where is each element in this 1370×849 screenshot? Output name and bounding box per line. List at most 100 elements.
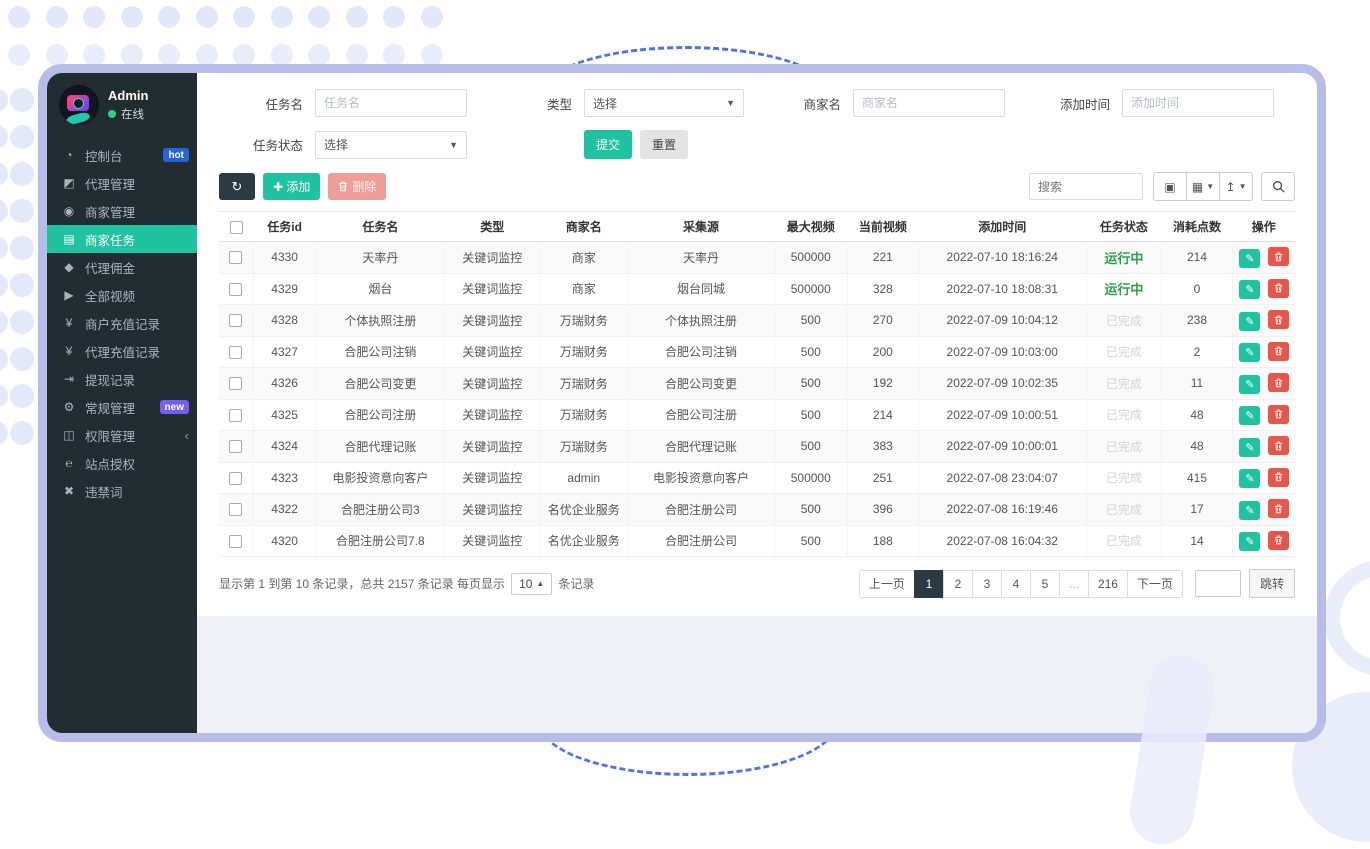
cell-points: 17 — [1162, 494, 1233, 526]
decor-dot — [271, 6, 293, 28]
table-search-input[interactable] — [1029, 173, 1143, 200]
merchant-name-input[interactable] — [853, 89, 1005, 117]
edit-button[interactable]: ✎ — [1239, 438, 1260, 457]
refresh-button[interactable]: ↻ — [219, 173, 255, 200]
row-checkbox[interactable] — [229, 377, 242, 390]
cell-status: 已完成 — [1086, 525, 1161, 557]
row-checkbox[interactable] — [229, 251, 242, 264]
edit-button[interactable]: ✎ — [1239, 312, 1260, 331]
page-button[interactable]: 1 — [914, 570, 944, 598]
edit-button[interactable]: ✎ — [1239, 343, 1260, 362]
task-status-select[interactable]: 选择 ▼ — [315, 131, 467, 159]
trash-icon — [1274, 472, 1283, 482]
sidebar-item-agent-management[interactable]: ◩ 代理管理 — [47, 169, 197, 197]
trash-icon — [1274, 252, 1283, 262]
row-checkbox[interactable] — [229, 472, 242, 485]
sidebar-item-merchant-management[interactable]: ◉ 商家管理 — [47, 197, 197, 225]
decor-dot — [271, 44, 293, 66]
page-button[interactable]: 216 — [1088, 570, 1128, 598]
edit-button[interactable]: ✎ — [1239, 406, 1260, 425]
row-delete-button[interactable] — [1268, 342, 1289, 361]
row-delete-button[interactable] — [1268, 310, 1289, 329]
row-checkbox[interactable] — [229, 346, 242, 359]
prev-page-button[interactable]: 上一页 — [859, 570, 915, 598]
cell-add-time: 2022-07-09 10:00:51 — [918, 399, 1086, 431]
table-search-button[interactable] — [1261, 172, 1295, 201]
row-delete-button[interactable] — [1268, 373, 1289, 392]
column-header: 最大视频 — [774, 212, 847, 242]
trash-icon — [1274, 441, 1283, 451]
next-page-button[interactable]: 下一页 — [1127, 570, 1183, 598]
sidebar-item-withdraw-records[interactable]: ⇥ 提现记录 — [47, 365, 197, 393]
card-view-button[interactable]: ▣ — [1153, 172, 1187, 201]
jump-page-input[interactable] — [1195, 570, 1241, 597]
sidebar-item-site-authorization[interactable]: ℮ 站点授权 — [47, 449, 197, 477]
sidebar-item-dashboard[interactable]: ◔ 控制台 hot — [47, 141, 197, 169]
type-select[interactable]: 选择 ▼ — [584, 89, 744, 117]
sign-out-icon: ⇥ — [61, 372, 77, 386]
decor-dot — [158, 6, 180, 28]
row-delete-button[interactable] — [1268, 531, 1289, 550]
export-button[interactable]: ↥▼ — [1219, 172, 1253, 201]
column-header: 消耗点数 — [1162, 212, 1233, 242]
submit-button[interactable]: 提交 — [584, 130, 632, 159]
row-checkbox[interactable] — [229, 440, 242, 453]
reset-button[interactable]: 重置 — [640, 130, 688, 159]
row-checkbox[interactable] — [229, 503, 242, 516]
edit-button[interactable]: ✎ — [1239, 249, 1260, 268]
cell-actions: ✎ — [1233, 305, 1295, 337]
cell-source: 合肥公司注销 — [628, 336, 774, 368]
row-checkbox[interactable] — [229, 535, 242, 548]
cell-merchant: 名优企业服务 — [540, 494, 628, 526]
page-button[interactable]: 2 — [943, 570, 973, 598]
sidebar-item-agent-commission[interactable]: ◆ 代理佣金 — [47, 253, 197, 281]
columns-button[interactable]: ▦▼ — [1186, 172, 1220, 201]
edit-button[interactable]: ✎ — [1239, 375, 1260, 394]
sidebar-item-merchant-recharge[interactable]: ¥ 商户充值记录 — [47, 309, 197, 337]
cell-task-name: 合肥注册公司3 — [316, 494, 445, 526]
edit-button[interactable]: ✎ — [1239, 532, 1260, 551]
row-delete-button[interactable] — [1268, 247, 1289, 266]
sidebar-item-label: 提现记录 — [85, 370, 135, 389]
filter-row-1: 任务名 类型 选择 ▼ 商家名 添加时间 — [219, 89, 1295, 117]
sidebar-item-merchant-tasks[interactable]: ▤ 商家任务 — [47, 225, 197, 253]
main-content: 任务名 类型 选择 ▼ 商家名 添加时间 — [197, 73, 1317, 733]
page-button[interactable]: 5 — [1030, 570, 1060, 598]
sidebar-item-permission-management[interactable]: ◫ 权限管理 ‹ — [47, 421, 197, 449]
online-dot-icon — [108, 110, 116, 118]
row-delete-button[interactable] — [1268, 279, 1289, 298]
merchant-name-label: 商家名 — [757, 94, 853, 113]
delete-button[interactable]: 删除 — [328, 173, 386, 200]
sidebar-item-general-management[interactable]: ⚙ 常规管理 new — [47, 393, 197, 421]
row-delete-button[interactable] — [1268, 436, 1289, 455]
edit-button[interactable]: ✎ — [1239, 280, 1260, 299]
row-checkbox[interactable] — [229, 314, 242, 327]
add-button[interactable]: ✚ 添加 — [263, 173, 320, 200]
task-name-input[interactable] — [315, 89, 467, 117]
sidebar-item-banned-words[interactable]: ✖ 违禁词 — [47, 477, 197, 505]
cell-merchant: 万瑞财务 — [540, 431, 628, 463]
cell-status: 已完成 — [1086, 431, 1161, 463]
page-button[interactable]: 4 — [1001, 570, 1031, 598]
select-all-checkbox[interactable] — [230, 221, 243, 234]
pencil-icon: ✎ — [1245, 409, 1254, 422]
table-row: 4327 合肥公司注销 关键词监控 万瑞财务 合肥公司注销 500 200 20… — [219, 336, 1295, 368]
row-delete-button[interactable] — [1268, 468, 1289, 487]
cell-status: 运行中 — [1086, 242, 1161, 274]
page-button[interactable]: 3 — [972, 570, 1002, 598]
edit-button[interactable]: ✎ — [1239, 501, 1260, 520]
card-view-icon: ▣ — [1164, 180, 1175, 194]
per-page-selector[interactable]: 10 ▲ — [511, 573, 552, 595]
add-time-input[interactable] — [1122, 89, 1274, 117]
edit-button[interactable]: ✎ — [1239, 469, 1260, 488]
row-delete-button[interactable] — [1268, 405, 1289, 424]
sidebar-item-agent-recharge[interactable]: ¥ 代理充值记录 — [47, 337, 197, 365]
row-checkbox[interactable] — [229, 283, 242, 296]
row-checkbox[interactable] — [229, 409, 242, 422]
cell-add-time: 2022-07-08 16:04:32 — [918, 525, 1086, 557]
row-delete-button[interactable] — [1268, 499, 1289, 518]
cell-merchant: 万瑞财务 — [540, 399, 628, 431]
refresh-icon: ↻ — [232, 179, 243, 194]
sidebar-item-all-videos[interactable]: ▶ 全部视频 — [47, 281, 197, 309]
jump-button[interactable]: 跳转 — [1249, 569, 1295, 598]
